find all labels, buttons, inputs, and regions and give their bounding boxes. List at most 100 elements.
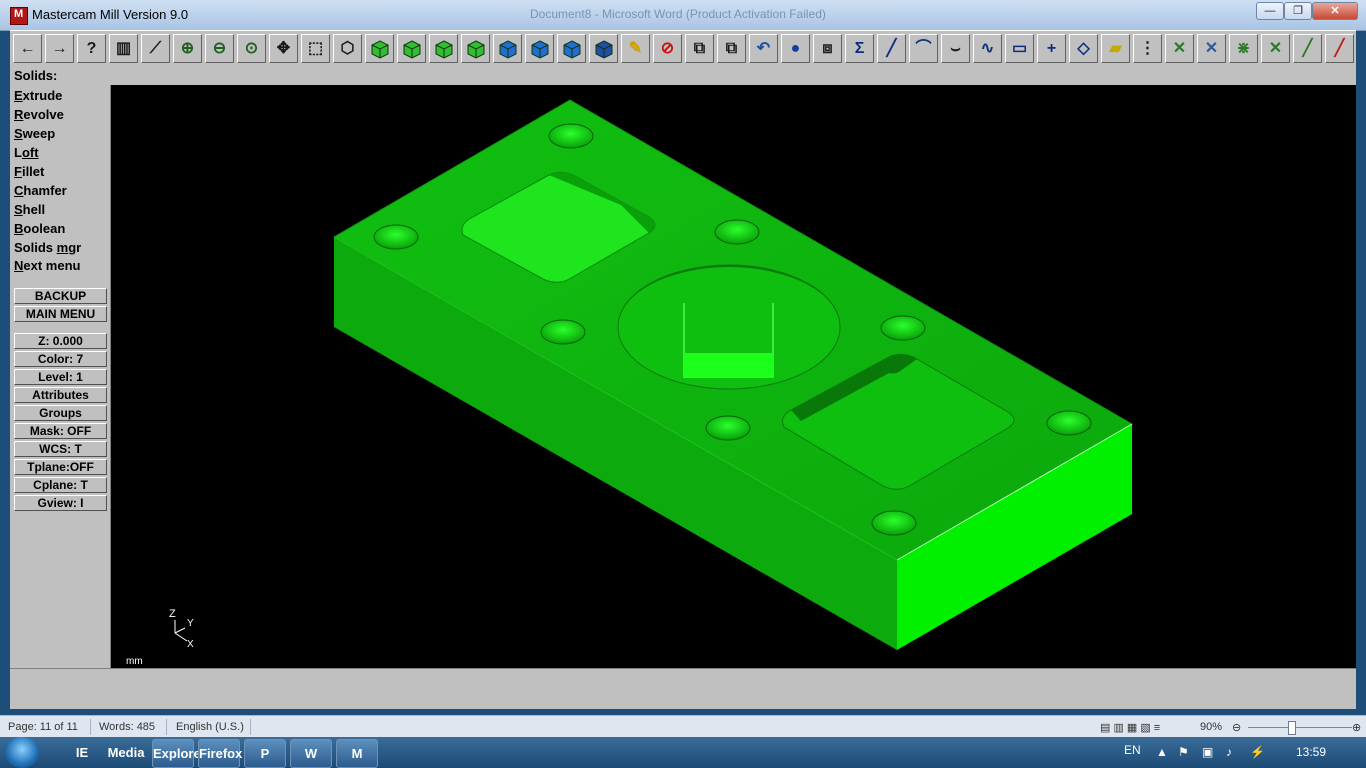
menu-loft[interactable]: Loft [14, 145, 39, 160]
axis-label-x: X [187, 639, 194, 650]
level-button[interactable]: Level: 1 [14, 369, 107, 385]
menu-solids-mgr[interactable]: Solids mgr [14, 240, 81, 255]
plane-button[interactable]: ◇ [1069, 34, 1098, 63]
taskbar-word[interactable]: W [290, 739, 332, 768]
cube-side-button[interactable] [461, 34, 490, 63]
pocket-circular [617, 264, 841, 390]
axis-label-y: Y [187, 618, 194, 629]
sigma-icon: Σ [854, 40, 865, 57]
undo-button[interactable]: ↶ [749, 34, 778, 63]
dim2-button[interactable]: ╱ [1325, 34, 1354, 63]
view-layout-icons[interactable]: ▤ ▥ ▦ ▧ ≡ [1100, 721, 1160, 734]
no-entry-button[interactable]: ⊘ [653, 34, 682, 63]
tplane-button[interactable]: Tplane:OFF [14, 459, 107, 475]
forward-arrow-button[interactable]: → [45, 34, 74, 63]
wcs-button[interactable]: WCS: T [14, 441, 107, 457]
zoom-slider[interactable] [1248, 727, 1352, 728]
tray-arrow-icon[interactable]: ▲ [1156, 745, 1168, 759]
zoom-slider-thumb[interactable] [1288, 721, 1296, 735]
gview-button[interactable]: Gview: I [14, 495, 107, 511]
zoom-in-icon[interactable]: ⊕ [1352, 721, 1361, 734]
taskbar-explorer[interactable]: Explorer [152, 739, 206, 768]
transform-button[interactable]: ⧉ [685, 34, 714, 63]
page-indicator[interactable]: Page: 11 of 11 [8, 721, 78, 733]
trim-button[interactable]: ⌣ [941, 34, 970, 63]
layers-button[interactable]: ⧈ [813, 34, 842, 63]
cube-front-button[interactable] [429, 34, 458, 63]
start-button[interactable] [5, 737, 39, 768]
pan-button[interactable]: ✥ [269, 34, 298, 63]
maximize-button[interactable]: ❐ [1284, 2, 1312, 20]
network-icon[interactable]: ▣ [1202, 745, 1213, 759]
cube-top-button[interactable] [397, 34, 426, 63]
help-button[interactable]: ? [77, 34, 106, 63]
x3-button[interactable]: ⋇ [1229, 34, 1258, 63]
x4-button[interactable]: ✕ [1261, 34, 1290, 63]
menu-sweep[interactable]: Sweep [14, 126, 55, 141]
menu-boolean[interactable]: Boolean [14, 221, 65, 236]
cplane-button[interactable]: Cplane: T [14, 477, 107, 493]
zoom-icon: ⊕ [180, 40, 195, 57]
sphere-button[interactable]: ● [781, 34, 810, 63]
word-count[interactable]: Words: 485 [99, 721, 155, 733]
sigma-button[interactable]: Σ [845, 34, 874, 63]
x-button[interactable]: ✕ [1165, 34, 1194, 63]
point-button[interactable]: + [1037, 34, 1066, 63]
taskbar-firefox[interactable]: Firefox [198, 739, 242, 768]
select-window-button[interactable]: ⬚ [301, 34, 330, 63]
bolt-hole [540, 319, 586, 345]
menu-extrude[interactable]: Extrude [14, 88, 62, 103]
taskbar-ie[interactable]: IE [62, 739, 102, 766]
box-button[interactable]: ▰ [1101, 34, 1130, 63]
language-indicator[interactable]: English (U.S.) [176, 721, 244, 733]
clock[interactable]: 13:59 [1296, 745, 1326, 759]
menu-next-menu[interactable]: Next menu [14, 258, 80, 273]
backup-button[interactable]: BACKUP [14, 288, 107, 304]
taskbar-powerpoint[interactable]: P [244, 739, 286, 768]
main-toolbar: ← →? ▥ ⟋ ⊕ ⊖ ⊙ ✥ ⬚ ⬡ ✎ ⊘ ⧉ ⧉ ↶ ● ⧈ Σ ╱ ⌒ ⌣ ∿ ▭ + ◇ ▰ ⋮ ✕ ✕ ⋇ ✕ ╱ ╱ [10, 30, 1356, 68]
zoom-level[interactable]: 90% [1200, 721, 1222, 733]
volume-icon[interactable]: ♪ [1226, 745, 1232, 759]
graphics-viewport[interactable]: Z Y X mm [111, 85, 1356, 668]
rectangle-button[interactable]: ▭ [1005, 34, 1034, 63]
zoom-out-icon[interactable]: ⊖ [1232, 721, 1241, 734]
pencil-button[interactable]: ✎ [621, 34, 650, 63]
menu-fillet[interactable]: Fillet [14, 164, 44, 179]
line-button[interactable]: ╱ [877, 34, 906, 63]
input-language[interactable]: EN [1124, 743, 1141, 757]
groups-button[interactable]: Groups [14, 405, 107, 421]
minimize-button[interactable]: — [1256, 2, 1284, 20]
view-top-button[interactable]: ⬡ [333, 34, 362, 63]
menu-revolve[interactable]: Revolve [14, 107, 64, 122]
taskbar-mastercam[interactable]: M [336, 739, 378, 768]
tree-button[interactable]: ⋮ [1133, 34, 1162, 63]
transform2-button[interactable]: ⧉ [717, 34, 746, 63]
taskbar-media[interactable]: Media [106, 739, 146, 766]
arc-button[interactable]: ⌒ [909, 34, 938, 63]
zoom-button[interactable]: ⊕ [173, 34, 202, 63]
unzoom-icon: ⊖ [212, 40, 227, 57]
back-arrow-button[interactable]: ← [13, 34, 42, 63]
file-button[interactable]: ▥ [109, 34, 138, 63]
cube-blue-3-button[interactable] [557, 34, 586, 63]
unzoom-button[interactable]: ⊖ [205, 34, 234, 63]
power-icon[interactable]: ⚡ [1250, 745, 1265, 759]
dim-button[interactable]: ╱ [1293, 34, 1322, 63]
menu-chamfer[interactable]: Chamfer [14, 183, 67, 198]
cube-blue-2-button[interactable] [525, 34, 554, 63]
close-button[interactable]: ✕ [1312, 2, 1358, 20]
mask-button[interactable]: Mask: OFF [14, 423, 107, 439]
z-depth-button[interactable]: Z: 0.000 [14, 333, 107, 349]
cube-outline-button[interactable] [589, 34, 618, 63]
action-center-flag-icon[interactable]: ⚑ [1178, 745, 1189, 759]
cube-blue-1-button[interactable] [493, 34, 522, 63]
spline-button[interactable]: ∿ [973, 34, 1002, 63]
main-menu-button[interactable]: MAIN MENU [14, 306, 107, 322]
menu-shell[interactable]: Shell [14, 202, 45, 217]
attributes-button[interactable]: Attributes [14, 387, 107, 403]
cube-iso-button[interactable] [365, 34, 394, 63]
zoom-fit-button[interactable]: ⊙ [237, 34, 266, 63]
x2-button[interactable]: ✕ [1197, 34, 1226, 63]
color-button[interactable]: Color: 7 [14, 351, 107, 367]
analyze-button[interactable]: ⟋ [141, 34, 170, 63]
